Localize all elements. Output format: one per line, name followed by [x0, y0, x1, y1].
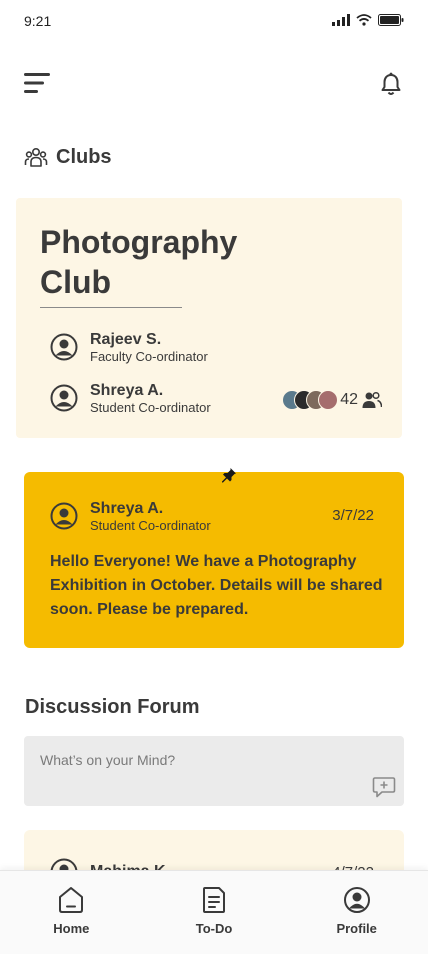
forum-title: Discussion Forum [25, 696, 200, 718]
profile-icon [343, 887, 370, 913]
bell-icon[interactable] [380, 72, 402, 96]
user-avatar-icon [50, 502, 78, 530]
divider [40, 307, 182, 308]
student-coordinator: Shreya A. Student Co-ordinator [50, 381, 211, 415]
status-time: 9:21 [24, 13, 52, 29]
announcement-date: 3/7/22 [332, 507, 374, 524]
member-count: 42 [340, 391, 358, 408]
nav-home[interactable]: Home [0, 871, 143, 954]
pin-icon [222, 468, 236, 483]
nav-profile-label: Profile [336, 921, 377, 936]
status-bar: 9:21 [0, 0, 428, 44]
club-name: Photography Club [40, 224, 238, 300]
student-name: Shreya A. [90, 382, 164, 399]
announcement-author: Shreya A. Student Co-ordinator [50, 499, 211, 533]
user-avatar-icon [50, 333, 78, 361]
members-icon [362, 391, 382, 408]
add-comment-icon[interactable] [372, 776, 396, 798]
top-bar [0, 64, 428, 104]
group-icon [24, 147, 48, 167]
nav-profile[interactable]: Profile [285, 871, 428, 954]
bottom-nav: Home To-Do Profile [0, 870, 428, 954]
signal-icon [332, 14, 350, 26]
members-summary[interactable]: 42 [282, 390, 382, 410]
faculty-coordinator: Rajeev S. Faculty Co-ordinator [50, 330, 208, 364]
section-title-label: Clubs [56, 145, 112, 168]
faculty-name: Rajeev S. [90, 331, 162, 348]
club-card[interactable]: Photography Club Rajeev S. Faculty Co-or… [16, 198, 402, 438]
student-role: Student Co-ordinator [90, 400, 211, 415]
pinned-announcement[interactable]: Shreya A. Student Co-ordinator 3/7/22 He… [24, 472, 404, 648]
member-avatar [318, 390, 339, 410]
member-avatars [282, 390, 339, 410]
battery-icon [378, 14, 404, 26]
nav-home-label: Home [53, 921, 90, 936]
announcement-author-name: Shreya A. [90, 500, 164, 517]
nav-todo-label: To-Do [195, 921, 233, 936]
forum-input-placeholder: What’s on your Mind? [40, 752, 176, 768]
forum-input[interactable]: What’s on your Mind? [24, 736, 404, 806]
section-title: Clubs [24, 145, 112, 169]
wifi-icon [356, 14, 372, 26]
nav-todo[interactable]: To-Do [143, 871, 286, 954]
todo-icon [203, 887, 225, 913]
faculty-role: Faculty Co-ordinator [90, 349, 208, 364]
home-icon [59, 887, 84, 913]
status-icons [332, 14, 404, 26]
user-avatar-icon [50, 384, 78, 412]
announcement-message: Hello Everyone! We have a Photography Ex… [50, 553, 383, 618]
announcement-author-role: Student Co-ordinator [90, 518, 211, 533]
hamburger-menu-icon[interactable] [24, 70, 52, 96]
